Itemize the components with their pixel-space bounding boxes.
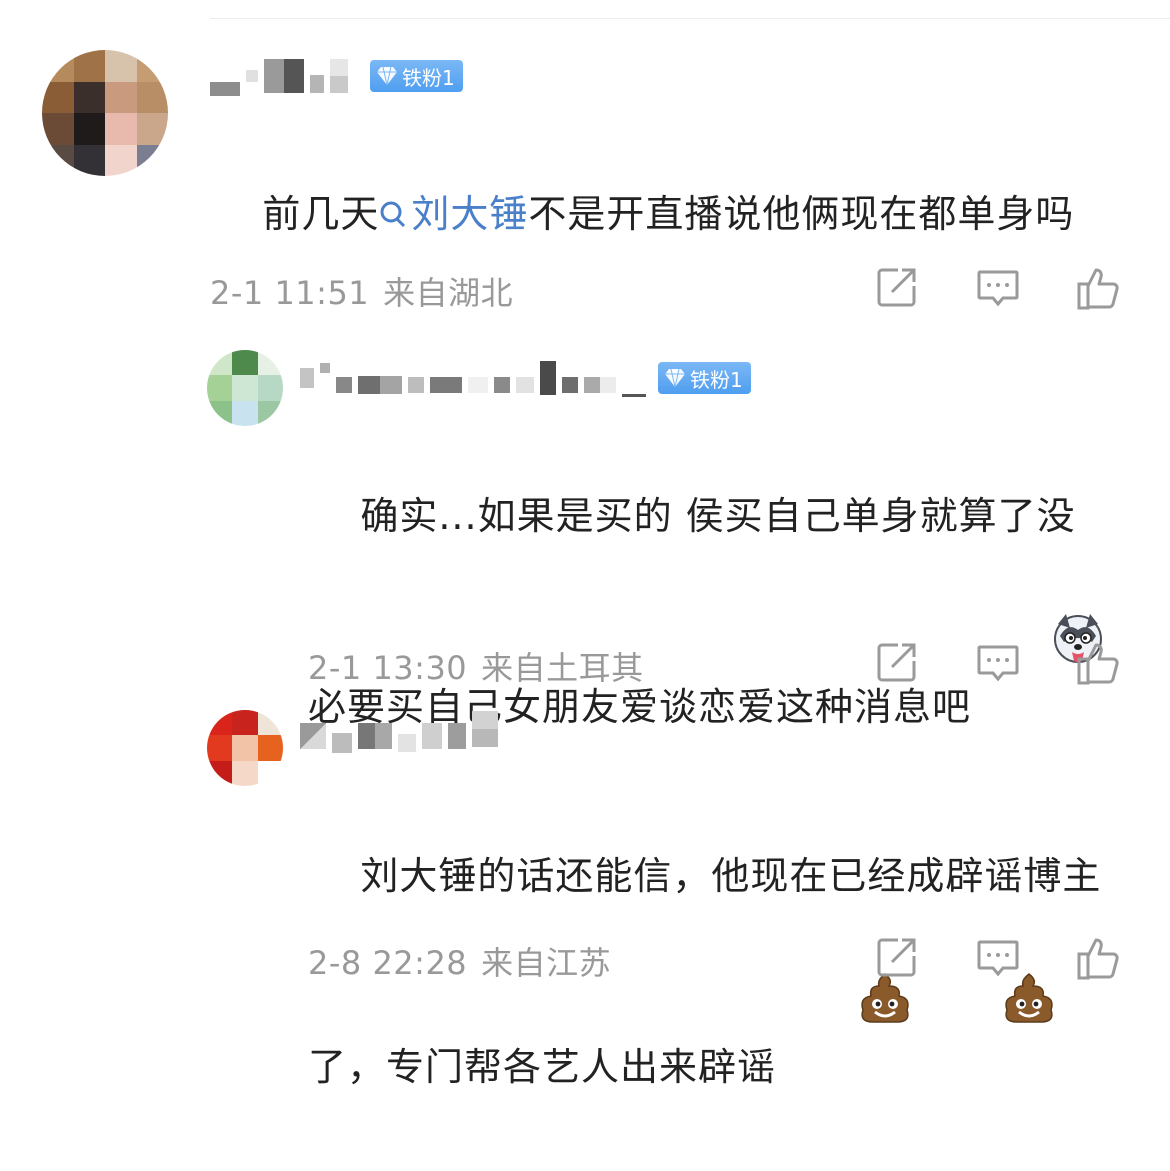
action-bar xyxy=(860,934,1130,984)
username-row xyxy=(300,711,504,756)
share-icon xyxy=(874,938,920,984)
thumbs-up-icon xyxy=(1075,938,1123,986)
timestamp: 2-8 22:28 xyxy=(308,944,468,982)
fan-badge[interactable]: 铁粉1 xyxy=(370,60,463,92)
share-icon xyxy=(874,268,920,314)
diamond-icon xyxy=(377,66,397,86)
topic-link[interactable]: 刘大锤 xyxy=(379,192,528,236)
location: 来自江苏 xyxy=(481,944,612,982)
comment-meta: 2-1 13:30 来自土耳其 xyxy=(308,643,644,689)
thumbs-up-icon xyxy=(1075,643,1123,691)
avatar[interactable] xyxy=(207,710,283,786)
location: 来自湖北 xyxy=(383,274,514,312)
username-blur[interactable] xyxy=(300,368,314,388)
top-divider xyxy=(210,18,1170,19)
action-bar xyxy=(860,264,1130,314)
share-button[interactable] xyxy=(874,934,924,984)
comment-meta: 2-8 22:28 来自江苏 xyxy=(308,938,611,984)
like-button[interactable] xyxy=(1075,934,1125,984)
search-icon xyxy=(380,201,406,228)
timestamp: 2-1 11:51 xyxy=(210,274,370,312)
share-icon xyxy=(874,643,920,689)
badge-label: 铁粉1 xyxy=(402,65,455,90)
comment-meta: 2-1 11:51 来自湖北 xyxy=(210,268,513,314)
share-button[interactable] xyxy=(874,639,924,689)
thumbs-up-icon xyxy=(1075,268,1123,316)
username-blur[interactable] xyxy=(300,723,326,749)
username-row: 铁粉1 xyxy=(300,358,751,398)
avatar[interactable] xyxy=(42,50,168,176)
like-button[interactable] xyxy=(1075,639,1125,689)
location: 来自土耳其 xyxy=(481,649,644,687)
like-button[interactable] xyxy=(1075,264,1125,314)
comment-icon xyxy=(975,940,1021,984)
fan-badge[interactable]: 铁粉1 xyxy=(658,362,751,394)
avatar[interactable] xyxy=(207,350,283,426)
diamond-icon xyxy=(665,368,685,388)
action-bar xyxy=(860,639,1130,689)
reply-button[interactable] xyxy=(975,264,1025,314)
comment-icon xyxy=(975,270,1021,314)
username-row: 铁粉1 xyxy=(210,56,463,96)
comment-icon xyxy=(975,645,1021,689)
username-blur[interactable] xyxy=(210,82,240,96)
timestamp: 2-1 13:30 xyxy=(308,649,468,687)
reply-button[interactable] xyxy=(975,934,1025,984)
badge-label: 铁粉1 xyxy=(690,367,743,392)
reply-button[interactable] xyxy=(975,639,1025,689)
share-button[interactable] xyxy=(874,264,924,314)
